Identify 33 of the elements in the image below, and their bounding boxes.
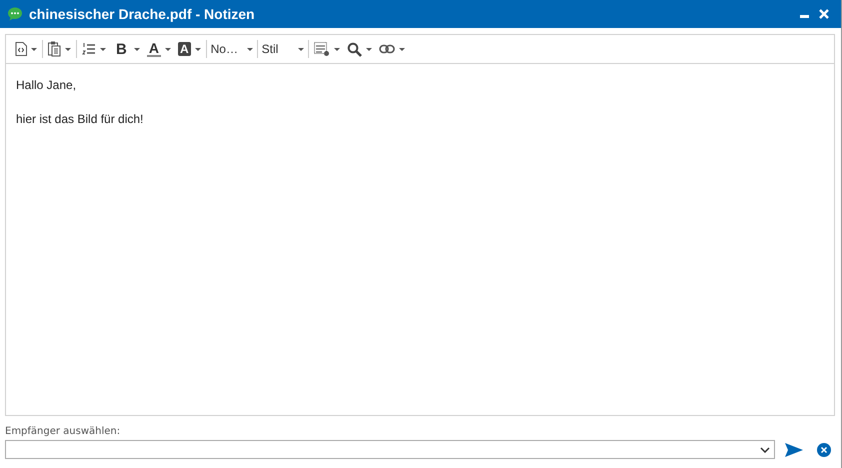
window-title: chinesischer Drache.pdf - Notizen [29,6,255,22]
chat-bubble-icon [7,6,23,22]
caret-icon [100,48,106,50]
caret-icon [31,48,37,50]
send-icon [785,442,803,456]
font-color-button[interactable]: A [144,40,174,58]
numbered-list-icon [82,42,96,56]
caret-icon [398,48,405,50]
close-button[interactable] [817,7,831,21]
style-dropdown[interactable]: No… [208,40,255,58]
caret-icon [134,48,140,50]
close-icon [819,9,829,19]
caret-icon [334,48,340,50]
search-icon [346,42,362,56]
bold-button[interactable]: B [110,38,143,60]
paragraph: hier ist das Bild für dich! [16,112,144,126]
clipboard-icon [48,41,61,57]
paragraph: Hallo Jane, [16,78,78,92]
caret-icon [366,48,372,50]
link-icon [378,44,395,54]
code-file-icon [15,42,27,56]
recipient-label: Empfänger auswählen: [5,426,122,437]
caret-icon [246,48,253,50]
background-color-button[interactable]: A [174,40,204,58]
caret-icon [194,48,201,50]
table-settings-icon [314,42,330,56]
paste-button[interactable] [45,39,74,59]
chevron-down-icon [760,446,770,452]
caret-icon [164,48,171,50]
caret-icon [298,48,304,50]
caret-icon [65,48,71,50]
style-dropdown[interactable]: Stil [260,40,306,58]
close-icon [817,442,831,456]
